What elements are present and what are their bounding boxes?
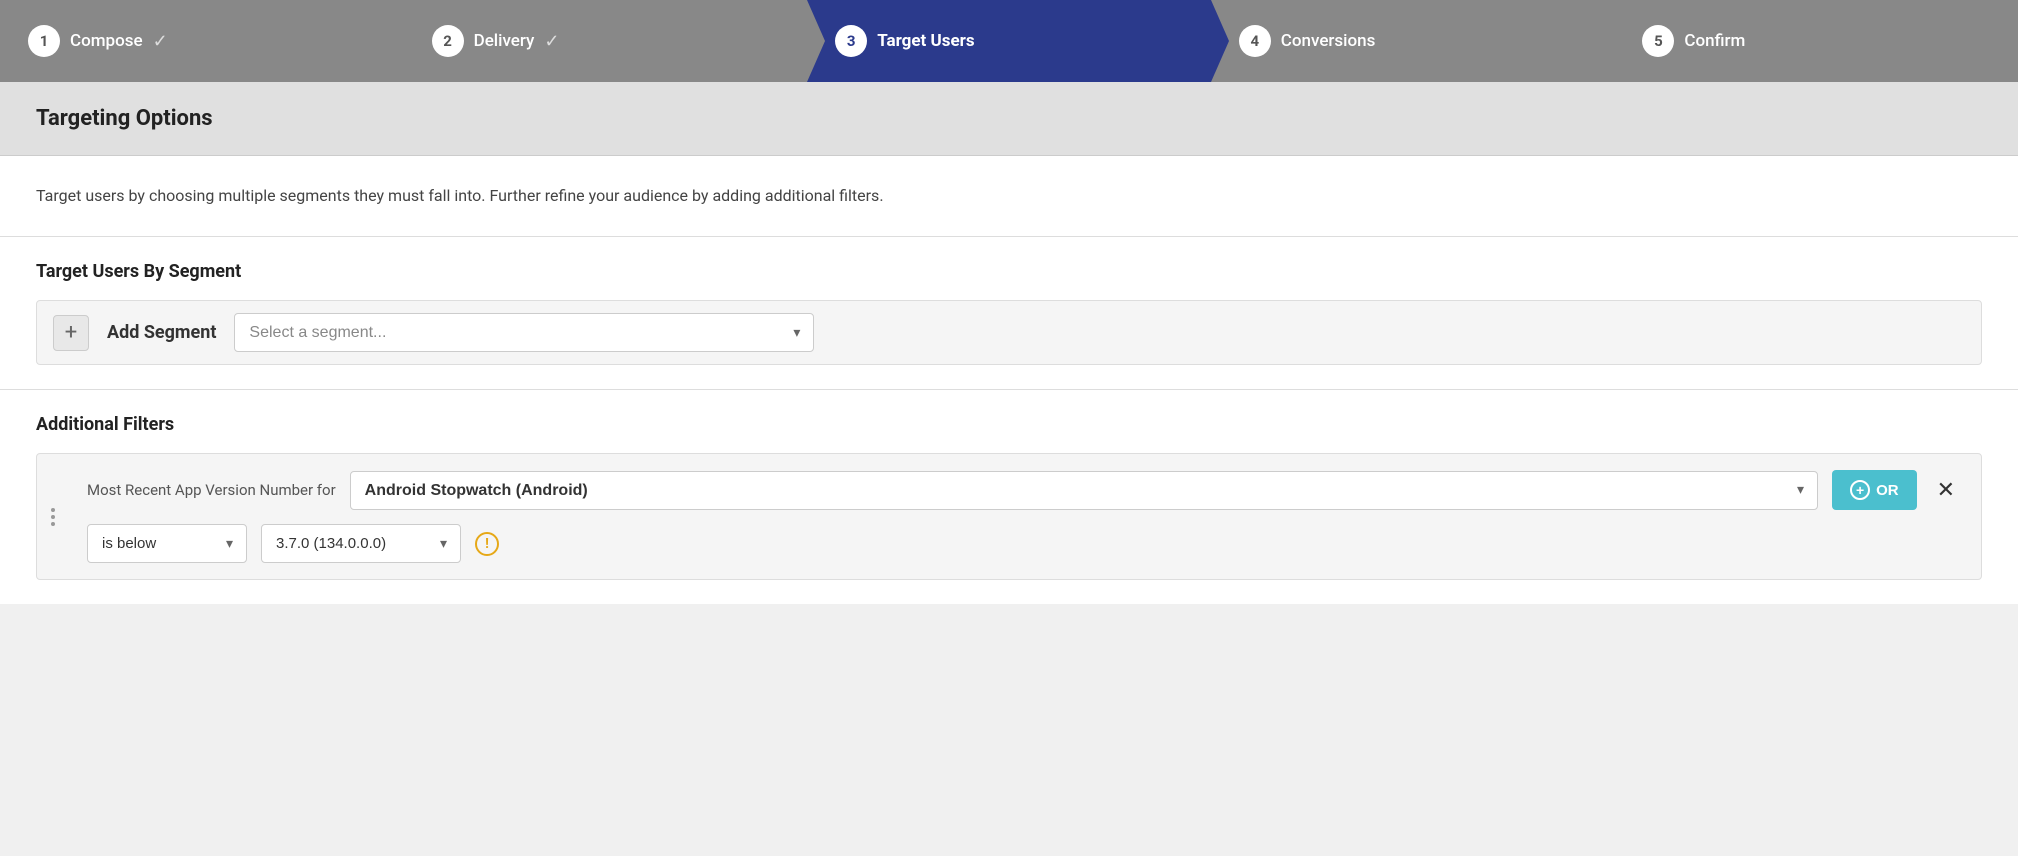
version-select[interactable]: 3.7.0 (134.0.0.0) [261,524,461,563]
step-conversions[interactable]: 4 Conversions [1211,0,1615,82]
stepper: 1 Compose ✓ 2 Delivery ✓ 3 Target Users … [0,0,2018,82]
or-plus-icon: + [1850,480,1870,500]
drag-handle-icon[interactable] [47,504,59,530]
step-delivery[interactable]: 2 Delivery ✓ [404,0,808,82]
segment-section-title: Target Users By Segment [36,261,1982,282]
filter-top-row: Most Recent App Version Number for Andro… [57,470,1961,510]
segment-select[interactable]: Select a segment... [234,313,814,352]
add-segment-label: Add Segment [107,322,216,343]
description-section: Target users by choosing multiple segmen… [0,156,2018,237]
step-check-delivery: ✓ [544,31,559,52]
or-button-label: OR [1876,482,1899,499]
step-label-compose: Compose [70,31,143,51]
app-select[interactable]: Android Stopwatch (Android) [350,471,1818,510]
step-number-1: 1 [28,25,60,57]
segment-select-wrapper: Select a segment... ▾ [234,313,814,352]
close-filter-button[interactable]: ✕ [1931,477,1961,503]
or-button[interactable]: + OR [1832,470,1917,510]
add-segment-row: + Add Segment Select a segment... ▾ [36,300,1982,365]
step-check-compose: ✓ [153,31,168,52]
step-number-3: 3 [835,25,867,57]
step-target-users[interactable]: 3 Target Users [807,0,1211,82]
segment-section: Target Users By Segment + Add Segment Se… [0,237,2018,390]
info-icon[interactable]: ! [475,532,499,556]
step-label-conversions: Conversions [1281,31,1376,51]
filter-row: Most Recent App Version Number for Andro… [36,453,1982,580]
description-text: Target users by choosing multiple segmen… [36,184,1982,208]
filters-section: Additional Filters Most Recent App Versi… [0,390,2018,604]
step-number-5: 5 [1642,25,1674,57]
step-number-4: 4 [1239,25,1271,57]
section-title: Targeting Options [36,106,1982,131]
add-segment-plus-button[interactable]: + [53,315,89,351]
filter-label: Most Recent App Version Number for [87,481,336,499]
step-label-target-users: Target Users [877,31,974,51]
section-header: Targeting Options [0,82,2018,156]
step-label-confirm: Confirm [1684,31,1745,51]
main-content: Targeting Options Target users by choosi… [0,82,2018,604]
step-confirm[interactable]: 5 Confirm [1614,0,2018,82]
step-compose[interactable]: 1 Compose ✓ [0,0,404,82]
app-select-wrapper: Android Stopwatch (Android) ▾ [350,471,1818,510]
step-label-delivery: Delivery [474,31,535,51]
condition-select[interactable]: is below [87,524,247,563]
version-select-wrapper: 3.7.0 (134.0.0.0) ▾ [261,524,461,563]
filter-bottom-row: is below ▾ 3.7.0 (134.0.0.0) ▾ ! [57,524,1961,563]
step-number-2: 2 [432,25,464,57]
condition-select-wrapper: is below ▾ [87,524,247,563]
filters-section-title: Additional Filters [36,414,1982,435]
